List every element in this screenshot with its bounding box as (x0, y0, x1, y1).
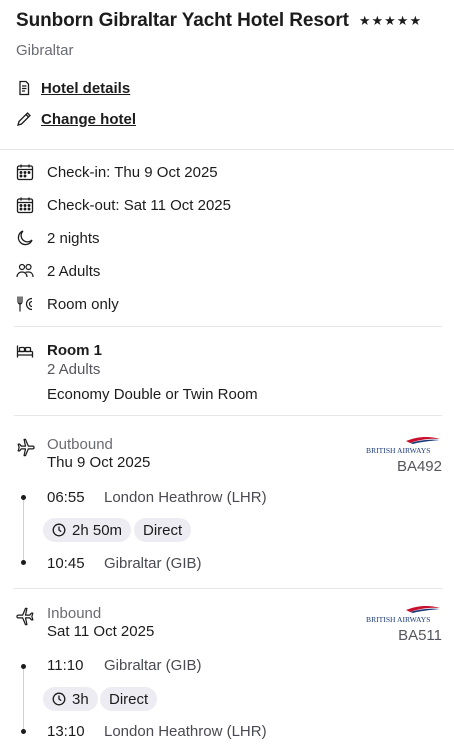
timeline-dot (21, 664, 26, 669)
timeline-dot (21, 729, 26, 734)
flight-number: BA492 (396, 458, 442, 475)
hotel-details-link-row[interactable]: Hotel details (16, 77, 130, 99)
departure-time: 11:10 (47, 657, 84, 674)
checkout-text: Check-out: Sat 11 Oct 2025 (47, 196, 231, 214)
checkin-text: Check-in: Thu 9 Oct 2025 (47, 163, 218, 181)
flight-date: Sat 11 Oct 2025 (47, 623, 155, 640)
departure-airport: London Heathrow (LHR) (104, 489, 267, 506)
change-hotel-link-row[interactable]: Change hotel (16, 108, 136, 130)
inbound-flight: Inbound Sat 11 Oct 2025 BRITISH AIRWAYS … (0, 605, 454, 750)
people-icon (16, 263, 34, 278)
outbound-flight: Outbound Thu 9 Oct 2025 BRITISH AIRWAYS … (0, 436, 454, 576)
flight-number: BA511 (398, 627, 442, 644)
stops-pill: Direct (100, 687, 158, 711)
checkin-row: Check-in: Thu 9 Oct 2025 (16, 161, 218, 183)
guests-text: 2 Adults (47, 262, 101, 280)
arrival-stop: 13:10 London Heathrow (LHR) (47, 723, 267, 740)
section-divider (14, 415, 442, 416)
pencil-icon (17, 112, 31, 126)
british-airways-logo: BRITISH AIRWAYS (366, 436, 440, 455)
timeline-dot (21, 495, 26, 500)
board-row: Room only (16, 293, 119, 315)
calendar-icon (16, 197, 34, 214)
section-divider (0, 149, 454, 150)
moon-icon (17, 230, 33, 246)
section-divider (14, 326, 442, 327)
change-hotel-link[interactable]: Change hotel (41, 111, 136, 128)
stops-pill: Direct (134, 518, 192, 542)
timeline-line (23, 498, 24, 562)
nights-text: 2 nights (47, 229, 100, 247)
clock-icon (52, 523, 66, 537)
flight-date: Thu 9 Oct 2025 (47, 454, 151, 471)
flight-direction: Inbound (47, 605, 102, 622)
departure-airport: Gibraltar (GIB) (104, 657, 202, 674)
checkout-row: Check-out: Sat 11 Oct 2025 (16, 194, 231, 216)
clock-icon (52, 692, 66, 706)
calendar-icon (16, 164, 34, 181)
bed-icon (16, 345, 34, 358)
departure-stop: 06:55 London Heathrow (LHR) (47, 489, 267, 506)
hotel-title-row: Sunborn Gibraltar Yacht Hotel Resort ★★★… (16, 10, 446, 32)
hotel-header: Sunborn Gibraltar Yacht Hotel Resort ★★★… (16, 10, 446, 59)
duration-pill: 2h 50m (43, 518, 132, 542)
flight-direction: Outbound (47, 436, 113, 453)
duration-pill: 3h (43, 687, 98, 711)
plane-departure-icon (17, 438, 35, 457)
british-airways-logo: BRITISH AIRWAYS (366, 605, 440, 624)
utensils-icon (17, 296, 33, 312)
document-icon (19, 80, 30, 96)
arrival-airport: London Heathrow (LHR) (104, 723, 267, 740)
duration-text: 3h (72, 690, 89, 708)
nights-row: 2 nights (16, 227, 100, 249)
room-type: Economy Double or Twin Room (47, 386, 258, 403)
hotel-name: Sunborn Gibraltar Yacht Hotel Resort (16, 10, 349, 31)
arrival-stop: 10:45 Gibraltar (GIB) (47, 555, 202, 572)
airline-logo-text: BRITISH AIRWAYS (366, 615, 431, 624)
star-rating: ★★★★★ (358, 13, 423, 28)
timeline-dot (21, 560, 26, 565)
departure-time: 06:55 (47, 489, 85, 506)
arrival-time: 13:10 (47, 723, 85, 740)
arrival-airport: Gibraltar (GIB) (104, 555, 202, 572)
stops-text: Direct (109, 690, 149, 708)
hotel-location: Gibraltar (16, 42, 74, 59)
plane-arrival-icon (16, 607, 34, 626)
timeline-line (23, 667, 24, 731)
hotel-details-link[interactable]: Hotel details (41, 80, 130, 97)
duration-text: 2h 50m (72, 521, 123, 539)
guests-row: 2 Adults (16, 260, 100, 282)
departure-stop: 11:10 Gibraltar (GIB) (47, 657, 202, 674)
section-divider (14, 588, 442, 589)
stops-text: Direct (143, 521, 183, 539)
airline-logo-text: BRITISH AIRWAYS (366, 446, 431, 455)
room-guests: 2 Adults (47, 361, 101, 378)
arrival-time: 10:45 (47, 555, 85, 572)
room-title: Room 1 (47, 342, 103, 359)
board-text: Room only (47, 295, 119, 313)
